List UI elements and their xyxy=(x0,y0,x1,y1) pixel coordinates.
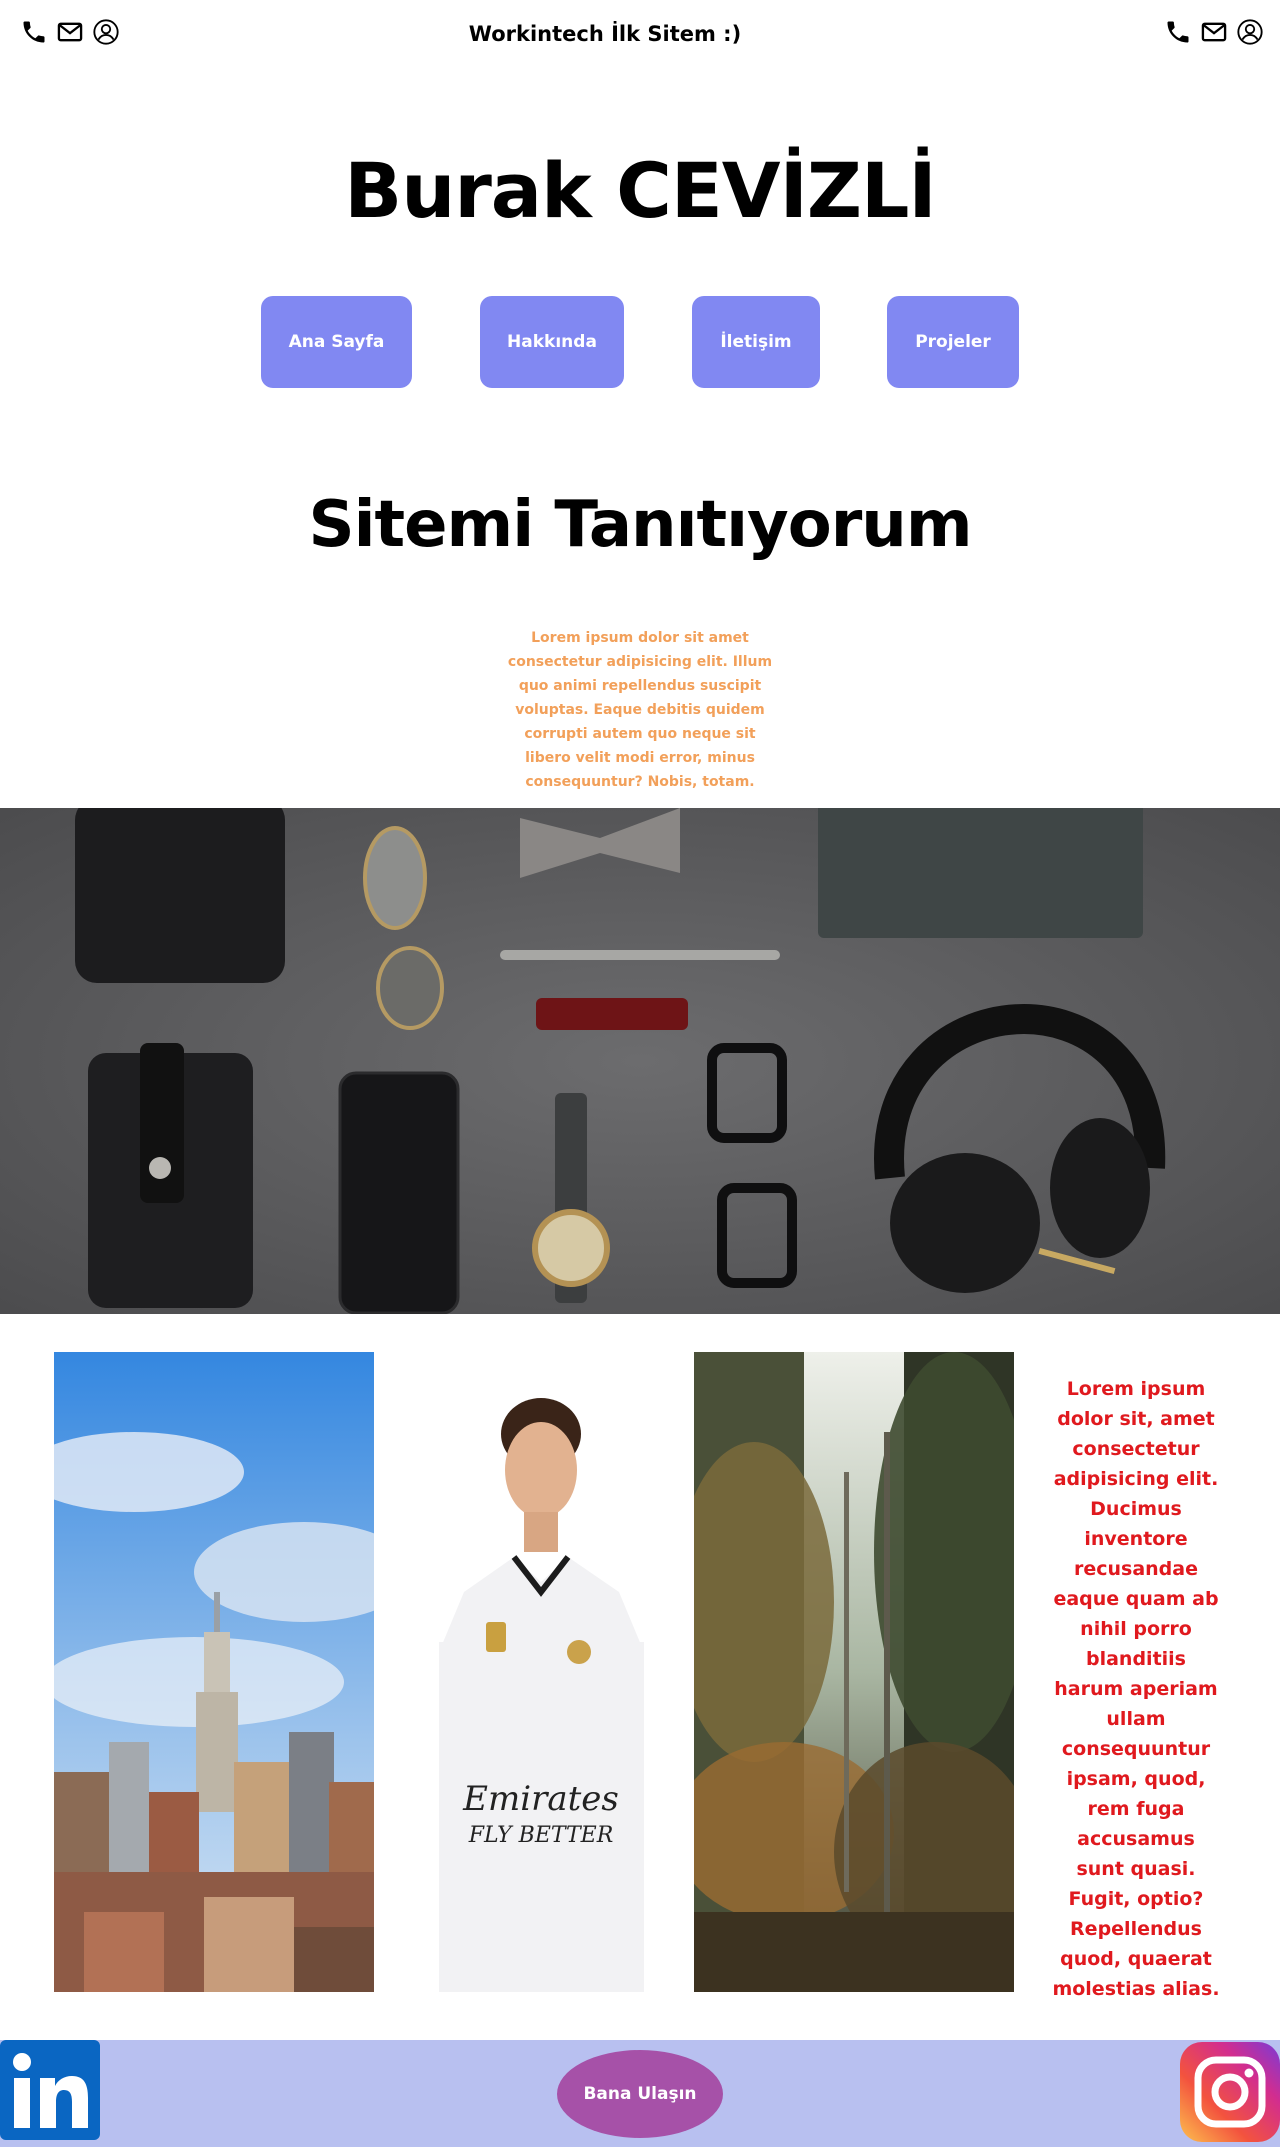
top-bar: Workintech İlk Sitem :) xyxy=(0,0,1280,76)
contact-me-button[interactable]: Bana Ulaşın xyxy=(557,2050,723,2138)
gallery-side-text: Lorem ipsum dolor sit, amet consectetur … xyxy=(1052,1378,1220,2000)
contact-icons-right xyxy=(1162,16,1266,48)
mail-icon[interactable] xyxy=(1198,16,1230,48)
phone-icon[interactable] xyxy=(1162,16,1194,48)
intro-text: Lorem ipsum dolor sit amet consectetur a… xyxy=(507,630,773,790)
nav-projects-button[interactable]: Projeler xyxy=(887,296,1019,388)
forest-image xyxy=(694,1352,1014,1992)
site-title: Workintech İlk Sitem :) xyxy=(468,22,742,46)
svg-text:Emirates: Emirates xyxy=(462,1779,619,1819)
page-title: Burak CEVİZLİ xyxy=(344,146,936,235)
main-nav: Ana Sayfa Hakkında İletişim Projeler xyxy=(0,296,1280,388)
nav-about-button[interactable]: Hakkında xyxy=(480,296,624,388)
instagram-icon[interactable] xyxy=(1180,2042,1280,2142)
svg-text:FLY BETTER: FLY BETTER xyxy=(468,1823,614,1848)
section-title: Sitemi Tanıtıyorum xyxy=(308,488,972,562)
linkedin-icon[interactable] xyxy=(0,2040,100,2140)
flatlay-banner-image xyxy=(0,808,1280,1314)
city-skyline-image xyxy=(54,1352,374,1992)
nav-contact-button[interactable]: İletişim xyxy=(692,296,820,388)
nav-home-button[interactable]: Ana Sayfa xyxy=(261,296,412,388)
user-icon[interactable] xyxy=(1234,16,1266,48)
football-player-image: Emirates FLY BETTER xyxy=(374,1352,694,1992)
footer: Bana Ulaşın xyxy=(0,2040,1280,2147)
